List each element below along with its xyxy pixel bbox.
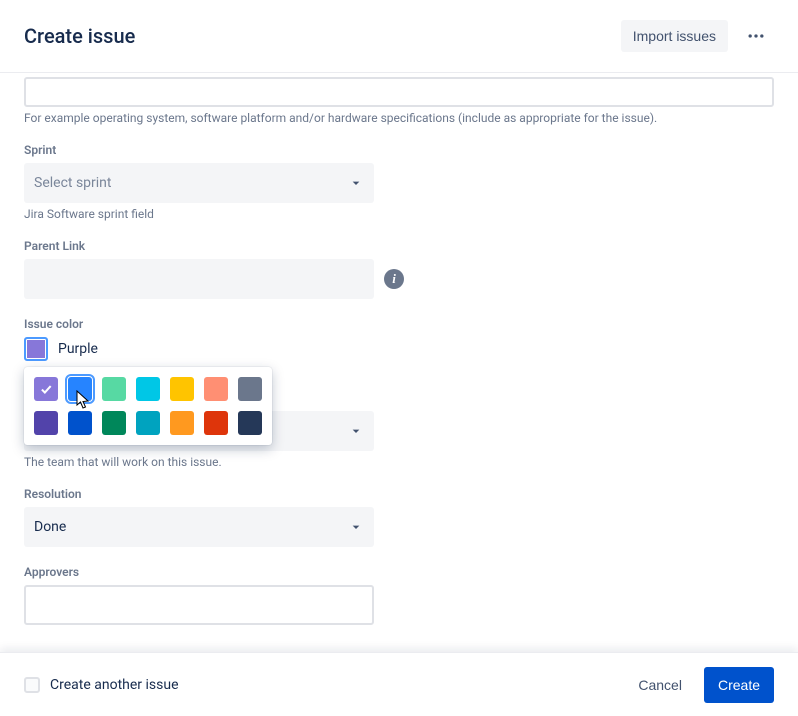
footer-actions: Cancel Create xyxy=(628,667,774,703)
color-option-purple-light[interactable] xyxy=(34,377,58,401)
chevron-down-icon xyxy=(348,423,364,439)
more-horizontal-icon xyxy=(746,26,766,46)
color-option-green-dark[interactable] xyxy=(102,411,126,435)
approvers-label: Approvers xyxy=(24,565,774,579)
create-another-row: Create another issue xyxy=(24,677,179,693)
resolution-label: Resolution xyxy=(24,487,774,501)
parent-link-label: Parent Link xyxy=(24,239,774,253)
form-content: For example operating system, software p… xyxy=(0,73,798,659)
resolution-select[interactable]: Done xyxy=(24,507,374,547)
color-option-blue-light[interactable] xyxy=(68,377,92,401)
environment-input[interactable] xyxy=(24,77,774,107)
dialog-header: Create issue Import issues xyxy=(0,0,798,73)
issue-color-label: Issue color xyxy=(24,317,774,331)
approvers-field: Approvers xyxy=(24,565,774,625)
chevron-down-icon xyxy=(348,519,364,535)
check-icon xyxy=(39,382,53,396)
dialog-footer: Create another issue Cancel Create xyxy=(0,652,798,716)
color-option-red[interactable] xyxy=(204,411,228,435)
import-issues-button[interactable]: Import issues xyxy=(621,20,728,52)
color-option-coral[interactable] xyxy=(204,377,228,401)
color-option-green-light[interactable] xyxy=(102,377,126,401)
parent-link-input[interactable] xyxy=(24,259,374,299)
color-option-purple-dark[interactable] xyxy=(34,411,58,435)
resolution-field: Resolution Done xyxy=(24,487,774,547)
resolution-value: Done xyxy=(34,519,66,535)
team-help: The team that will work on this issue. xyxy=(24,455,774,469)
color-option-orange[interactable] xyxy=(170,411,194,435)
sprint-field: Sprint Select sprint Jira Software sprin… xyxy=(24,143,774,221)
color-option-blue-dark[interactable] xyxy=(68,411,92,435)
color-option-yellow[interactable] xyxy=(170,377,194,401)
create-another-checkbox[interactable] xyxy=(24,677,40,693)
color-option-teal-dark[interactable] xyxy=(136,411,160,435)
sprint-help: Jira Software sprint field xyxy=(24,207,774,221)
color-picker-popover xyxy=(24,367,272,445)
more-actions-button[interactable] xyxy=(738,20,774,52)
issue-color-value: Purple xyxy=(58,341,98,357)
issue-color-swatch[interactable] xyxy=(24,337,48,361)
sprint-label: Sprint xyxy=(24,143,774,157)
sprint-select[interactable]: Select sprint xyxy=(24,163,374,203)
header-actions: Import issues xyxy=(621,20,774,52)
issue-color-field: Issue color Purple xyxy=(24,317,774,361)
info-icon[interactable]: i xyxy=(384,269,404,289)
sprint-placeholder: Select sprint xyxy=(34,175,112,191)
chevron-down-icon xyxy=(348,175,364,191)
parent-link-field: Parent Link i xyxy=(24,239,774,299)
create-button[interactable]: Create xyxy=(704,667,774,703)
environment-help: For example operating system, software p… xyxy=(24,111,774,125)
color-option-teal-light[interactable] xyxy=(136,377,160,401)
color-option-gray[interactable] xyxy=(238,377,262,401)
page-title: Create issue xyxy=(24,24,135,48)
color-option-navy[interactable] xyxy=(238,411,262,435)
create-another-label: Create another issue xyxy=(50,677,179,693)
cancel-button[interactable]: Cancel xyxy=(628,669,692,701)
approvers-input[interactable] xyxy=(24,585,374,625)
